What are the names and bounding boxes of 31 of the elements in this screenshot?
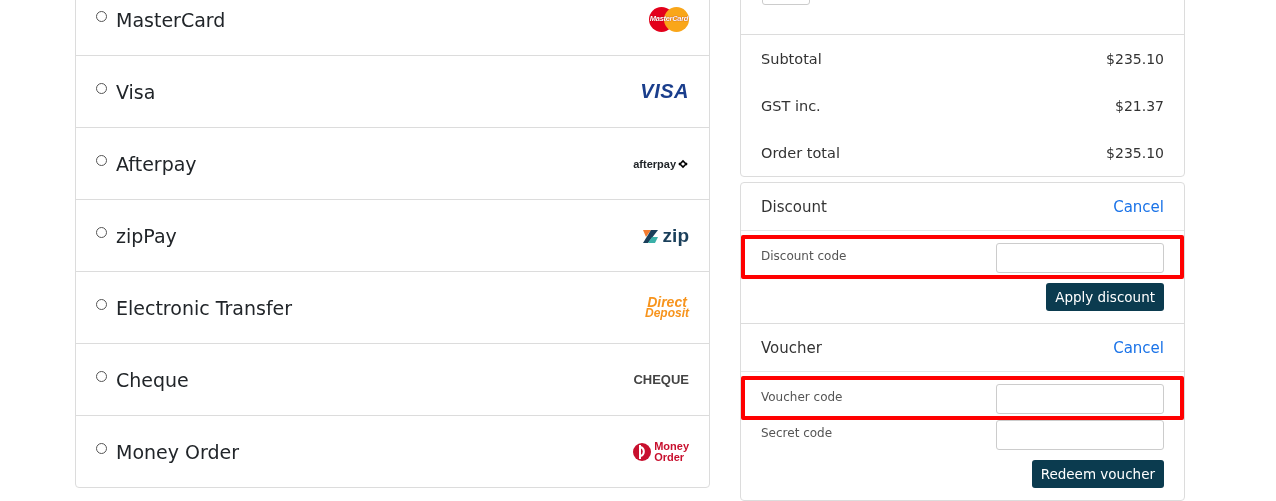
code-field[interactable] (996, 384, 1164, 414)
code-field[interactable] (996, 243, 1164, 273)
submit-button[interactable]: Apply discount (1046, 283, 1164, 311)
submit-button[interactable]: Redeem voucher (1031, 460, 1164, 488)
total-label: GST inc. (761, 97, 821, 114)
payment-label: Money Order (116, 440, 240, 463)
total-value: $235.10 (1106, 144, 1164, 161)
cheque-logo: CHEQUE (633, 372, 689, 387)
money-order-logo: Money Order (633, 440, 689, 463)
zip-logo: zip (641, 224, 689, 247)
field-label: Voucher code (761, 390, 843, 404)
cancel-link[interactable]: Cancel (1113, 197, 1164, 216)
payment-label: Electronic Transfer (116, 296, 293, 319)
payment-label: Afterpay (116, 152, 197, 175)
payment-label: Cheque (116, 368, 189, 391)
field-label: Discount code (761, 249, 847, 263)
total-label: Order total (761, 144, 840, 161)
section-title: Voucher (761, 338, 822, 357)
payment-label: zipPay (116, 224, 177, 247)
total-value: $235.10 (1106, 50, 1164, 67)
code-field[interactable] (996, 420, 1164, 450)
cancel-link[interactable]: Cancel (1113, 338, 1164, 357)
payment-label: MasterCard (116, 8, 226, 31)
total-label: Subtotal (761, 50, 822, 67)
section-title: Discount (761, 197, 827, 216)
deposit-logo: Direct Deposit (645, 296, 689, 319)
field-label: Secret code (761, 426, 833, 440)
card-logo: VISA (640, 80, 689, 103)
afterpay-logo: afterpay (633, 157, 689, 170)
payment-label: Visa (116, 80, 156, 103)
total-value: $21.37 (1115, 97, 1164, 114)
